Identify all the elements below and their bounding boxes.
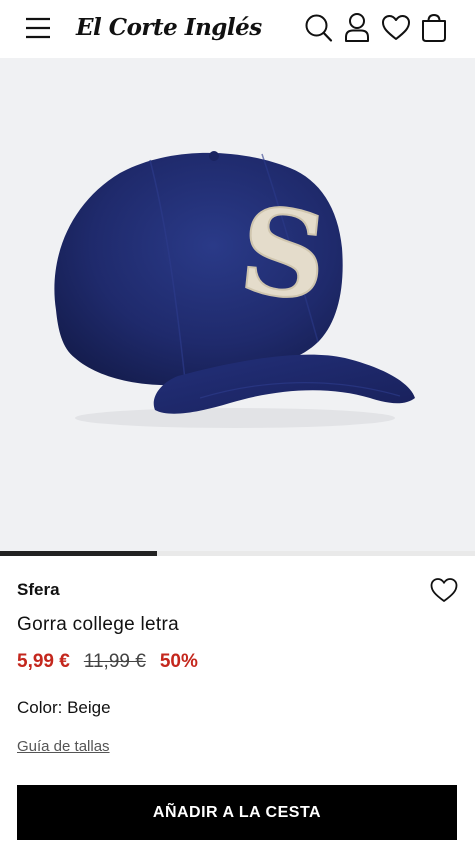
bag-icon[interactable] — [420, 12, 450, 44]
search-icon[interactable] — [304, 12, 334, 44]
image-carousel-progress — [0, 551, 475, 556]
carousel-indicator — [0, 551, 157, 556]
product-image[interactable]: S — [0, 58, 475, 555]
top-header: El Corte Inglés — [0, 0, 475, 58]
discount-badge: 50% — [159, 651, 198, 672]
wishlist-heart-icon[interactable] — [430, 576, 458, 604]
size-guide-link[interactable]: Guía de tallas — [17, 738, 110, 755]
store-logo[interactable]: El Corte Inglés — [76, 8, 262, 48]
cap-illustration: S — [54, 151, 415, 428]
color-label: Color: Beige — [17, 698, 111, 717]
user-icon[interactable] — [343, 12, 373, 44]
product-brand[interactable]: Sfera — [17, 580, 60, 600]
svg-text:S: S — [234, 180, 333, 327]
original-price: 11,99 € — [83, 651, 146, 672]
heart-icon[interactable] — [381, 12, 411, 44]
product-title: Gorra college letra — [17, 614, 179, 635]
letter-s-patch: S — [233, 179, 334, 328]
add-to-cart-button[interactable]: AÑADIR A LA CESTA — [17, 785, 457, 840]
menu-icon[interactable] — [25, 16, 53, 40]
current-price: 5,99 € — [17, 651, 70, 672]
price-row: 5,99 € 11,99 € 50% — [17, 651, 198, 673]
